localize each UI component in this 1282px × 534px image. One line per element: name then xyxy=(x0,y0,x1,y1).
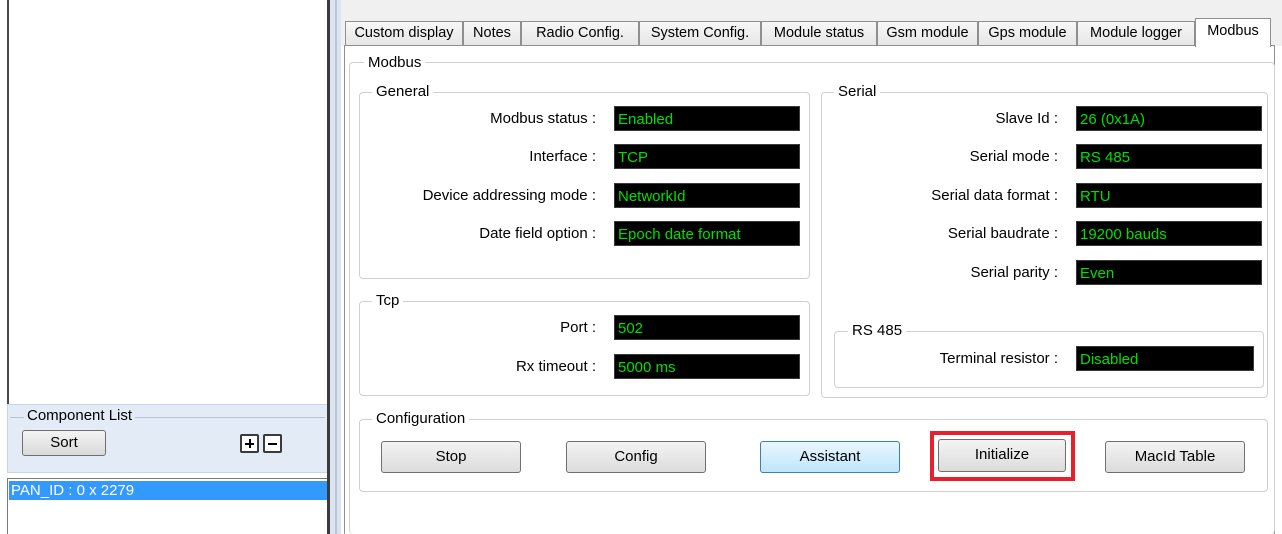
serial-baudrate-label: Serial baudrate : xyxy=(947,225,1058,242)
serial-parity-label: Serial parity : xyxy=(970,264,1058,281)
terminal-resistor-value: Disabled xyxy=(1076,346,1254,371)
slave-id-label: Slave Id : xyxy=(995,110,1058,127)
tree-border xyxy=(7,0,9,412)
serial-format-label: Serial data format : xyxy=(931,187,1058,204)
interface-value: TCP xyxy=(614,144,800,169)
rs485-title: RS 485 xyxy=(848,323,907,339)
macid-table-button[interactable]: MacId Table xyxy=(1105,441,1245,473)
date-field-label: Date field option : xyxy=(479,225,596,242)
interface-label: Interface : xyxy=(529,148,596,165)
config-button[interactable]: Config xyxy=(566,441,706,473)
serial-title: Serial xyxy=(834,84,881,100)
serial-baudrate-value: 19200 bauds xyxy=(1076,221,1262,246)
tab-gps-module[interactable]: Gps module xyxy=(978,21,1077,45)
modbus-status-value: Enabled xyxy=(614,106,800,131)
collapse-all-button[interactable] xyxy=(263,434,282,453)
tcp-title: Tcp xyxy=(372,293,404,309)
port-value: 502 xyxy=(614,315,800,340)
tab-modbus[interactable]: Modbus xyxy=(1195,18,1271,47)
stop-button[interactable]: Stop xyxy=(381,441,521,473)
tab-system-config[interactable]: System Config. xyxy=(639,21,761,45)
general-title: General xyxy=(372,84,434,100)
rx-timeout-label: Rx timeout : xyxy=(515,358,596,375)
addressing-mode-value: NetworkId xyxy=(614,183,800,208)
tab-module-logger[interactable]: Module logger xyxy=(1077,21,1195,45)
port-label: Port : xyxy=(560,319,596,336)
addressing-mode-label: Device addressing mode : xyxy=(422,187,596,204)
serial-parity-value: Even xyxy=(1076,260,1262,285)
terminal-resistor-label: Terminal resistor : xyxy=(939,350,1058,367)
tab-radio-config[interactable]: Radio Config. xyxy=(521,21,639,45)
serial-format-value: RTU xyxy=(1076,183,1262,208)
sort-button[interactable]: Sort xyxy=(22,430,106,456)
configuration-title: Configuration xyxy=(372,411,470,427)
modbus-title: Modbus xyxy=(364,55,426,71)
rx-timeout-value: 5000 ms xyxy=(614,354,800,379)
tab-notes[interactable]: Notes xyxy=(463,21,521,45)
list-item-selected[interactable]: PAN_ID : 0 x 2279 xyxy=(9,481,327,500)
modbus-status-label: Modbus status : xyxy=(490,110,596,127)
tab-gsm-module[interactable]: Gsm module xyxy=(877,21,978,45)
slave-id-value: 26 (0x1A) xyxy=(1076,106,1262,131)
component-list-title: Component List xyxy=(24,408,136,424)
tab-module-status[interactable]: Module status xyxy=(761,21,877,45)
serial-mode-label: Serial mode : xyxy=(969,148,1058,165)
tab-custom-display[interactable]: Custom display xyxy=(345,21,463,45)
serial-mode-value: RS 485 xyxy=(1076,144,1262,169)
assistant-button[interactable]: Assistant xyxy=(760,441,900,473)
expand-all-button[interactable] xyxy=(240,434,259,453)
splitter-grip xyxy=(335,0,337,534)
initialize-button[interactable]: Initialize xyxy=(938,439,1066,472)
date-field-value: Epoch date format xyxy=(614,221,800,246)
minus-icon xyxy=(268,443,277,445)
plus-icon-vertical xyxy=(248,439,251,448)
